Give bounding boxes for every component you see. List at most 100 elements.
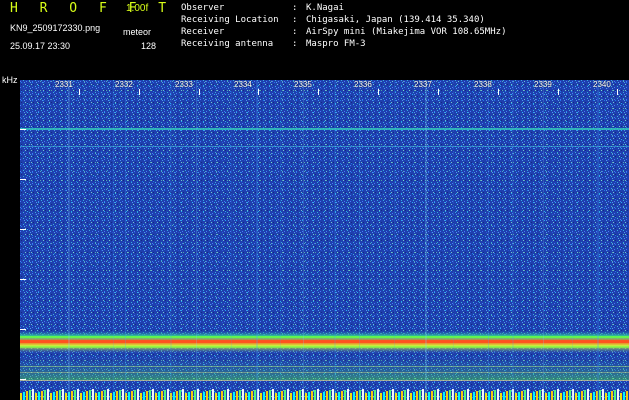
- bottom-strip-segment: [134, 390, 136, 400]
- vertical-trace: [512, 80, 514, 400]
- bottom-strip-segment: [584, 390, 586, 400]
- lower-line-1: [20, 366, 629, 367]
- version-label: 1.00f: [126, 3, 149, 14]
- bottom-strip-segment: [431, 391, 433, 400]
- x-tick-2337: 2337: [414, 80, 432, 89]
- bottom-strip-segment: [482, 389, 484, 400]
- bottom-strip-segment: [350, 393, 352, 400]
- bottom-strip-segment: [104, 390, 106, 400]
- bottom-strip-segment: [515, 393, 517, 400]
- bottom-strip-segment: [362, 389, 364, 400]
- metadata-row-location: Receiving Location: Chigasaki, Japan (139…: [181, 14, 626, 26]
- y-tick-mark: [20, 379, 26, 380]
- vertical-trace: [394, 80, 395, 400]
- metadata-row-antenna: Receiving antenna: Maspro FM-3: [181, 38, 626, 50]
- bottom-strip-segment: [428, 392, 430, 400]
- bottom-strip-segment: [557, 389, 559, 400]
- bottom-strip-segment: [326, 391, 328, 400]
- bottom-strip-segment: [407, 389, 409, 400]
- bottom-strip-segment: [617, 389, 619, 400]
- signal-lower-line: [20, 346, 629, 348]
- x-tick-mark: [79, 89, 80, 95]
- bottom-strip-segment: [119, 390, 121, 400]
- bottom-strip-segment: [491, 391, 493, 400]
- bottom-strip-segment: [215, 393, 217, 400]
- bottom-strip-segment: [149, 390, 151, 400]
- bottom-strip-segment: [581, 391, 583, 400]
- bottom-strip-segment: [188, 392, 190, 400]
- bottom-strip-segment: [626, 391, 628, 400]
- x-tick-mark: [498, 89, 499, 95]
- vertical-trace: [334, 80, 336, 400]
- bottom-strip-segment: [167, 389, 169, 400]
- metadata-separator: :: [292, 27, 298, 37]
- bottom-strip-segment: [599, 390, 601, 400]
- bottom-strip-segment: [152, 389, 154, 400]
- bottom-strip-segment: [137, 389, 139, 400]
- mode-label: meteor: [123, 27, 152, 37]
- x-tick-2336: 2336: [354, 80, 372, 89]
- bottom-strip-segment: [50, 393, 52, 400]
- bottom-strip-segment: [608, 392, 610, 400]
- bottom-strip-segment: [200, 393, 202, 400]
- bottom-strip-segment: [320, 393, 322, 400]
- vertical-trace: [170, 80, 172, 400]
- app-title: H R O F F T: [10, 1, 174, 16]
- date-time: 25.09.17 23:30: [10, 41, 71, 51]
- bottom-strip-segment: [578, 392, 580, 400]
- bottom-strip-segment: [95, 393, 97, 400]
- vertical-trace: [113, 80, 114, 400]
- bottom-strip-segment: [26, 391, 28, 400]
- spectrogram-plot: 2331 2332 2333 2334 2335 2336 2337 2338 2339 2340…: [20, 80, 629, 400]
- bottom-strip-segment: [287, 389, 289, 400]
- x-tick-mark: [318, 89, 319, 95]
- x-tick-2334: 2334: [234, 80, 252, 89]
- bottom-strip-segment: [242, 389, 244, 400]
- x-tick-2333: 2333: [175, 80, 193, 89]
- bottom-strip-segment: [71, 391, 73, 400]
- bottom-strip-segment: [236, 391, 238, 400]
- bottom-strip-segment: [575, 393, 577, 400]
- bottom-strip-segment: [293, 392, 295, 400]
- bottom-strip-segment: [383, 392, 385, 400]
- bottom-strip-segment: [35, 393, 37, 400]
- bottom-strip-segment: [251, 391, 253, 400]
- file-name: KN9_2509172330.png: [10, 23, 101, 33]
- bottom-strip-segment: [83, 392, 85, 400]
- bottom-strip-segment: [434, 390, 436, 400]
- bottom-strip-segment: [218, 392, 220, 400]
- bottom-strip-segment: [299, 390, 301, 400]
- bottom-strip-segment: [392, 389, 394, 400]
- carrier-line-1: [20, 128, 629, 130]
- bottom-strip-segment: [281, 391, 283, 400]
- bottom-strip-segment: [620, 393, 622, 400]
- bottom-strip-segment: [122, 389, 124, 400]
- x-tick-2339: 2339: [534, 80, 552, 89]
- vertical-trace: [280, 80, 281, 400]
- bottom-strip-segment: [164, 390, 166, 400]
- bottom-strip-segment: [500, 393, 502, 400]
- bottom-strip-segment: [143, 392, 145, 400]
- bottom-strip-segment: [227, 389, 229, 400]
- bottom-strip-segment: [521, 391, 523, 400]
- bottom-strip-segment: [194, 390, 196, 400]
- bottom-strip-segment: [110, 393, 112, 400]
- receiver-label: Receiver: [181, 27, 225, 37]
- bottom-strip-segment: [530, 393, 532, 400]
- bottom-strip-segment: [395, 393, 397, 400]
- bottom-strip-segment: [266, 391, 268, 400]
- bottom-strip-segment: [305, 393, 307, 400]
- bottom-strip-segment: [404, 390, 406, 400]
- bottom-strip-segment: [344, 390, 346, 400]
- bottom-strip-segment: [587, 389, 589, 400]
- bottom-strip-segment: [524, 390, 526, 400]
- x-tick-2340: 2340: [593, 80, 611, 89]
- bottom-strip-segment: [41, 391, 43, 400]
- vertical-trace: [68, 80, 70, 400]
- bottom-strip-segment: [212, 389, 214, 400]
- bottom-strip-segment: [449, 390, 451, 400]
- bottom-strip-segment: [275, 393, 277, 400]
- metadata-separator: :: [292, 3, 298, 13]
- vertical-trace: [231, 80, 232, 400]
- x-tick-mark: [199, 89, 200, 95]
